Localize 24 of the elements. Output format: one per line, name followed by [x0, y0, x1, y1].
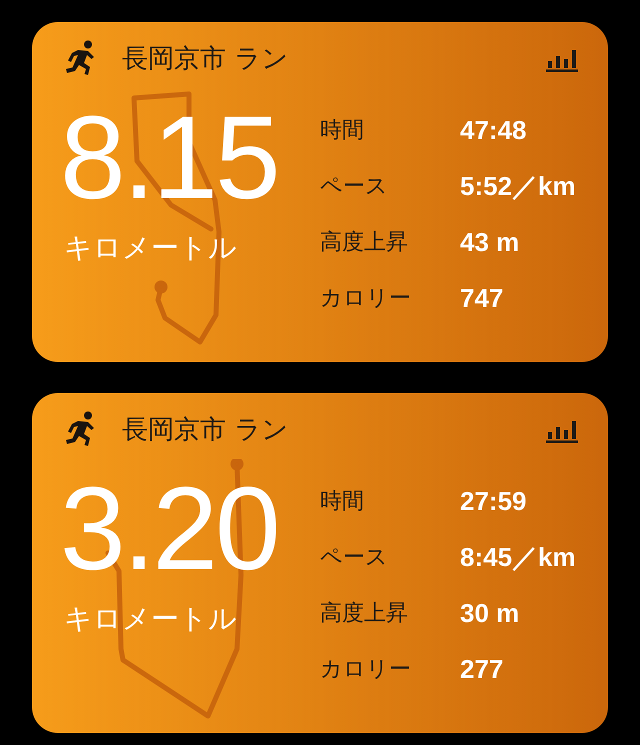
distance-unit: キロメートル — [64, 230, 238, 266]
stat-label: 高度上昇 — [320, 229, 409, 257]
stat-value: 277 — [460, 654, 504, 684]
workout-card[interactable]: 長岡京市 ラン 8.15 キロメートル 時間 47:48 ペース 5:52／km 高度上昇 43 m カロリー 747 — [32, 22, 608, 362]
distance-value: 8.15 — [60, 102, 279, 214]
stat-value: 47:48 — [460, 114, 528, 146]
stat-label: カロリー — [320, 656, 412, 684]
stat-label: カロリー — [320, 285, 412, 313]
distance-unit: キロメートル — [64, 601, 238, 637]
stat-label: 時間 — [320, 117, 365, 145]
workout-card[interactable]: 長岡京市 ラン 3.20 キロメートル 時間 27:59 ペース 8:45／km 高度上昇 30 m カロリー 277 — [32, 393, 608, 733]
stat-value: 8:45／km — [460, 540, 576, 574]
stat-value: 30 m — [460, 598, 520, 628]
stat-value: 747 — [460, 282, 504, 314]
distance-value: 3.20 — [60, 473, 279, 585]
workout-title: 長岡京市 ラン — [122, 42, 290, 76]
stat-value: 43 m — [460, 226, 520, 258]
stat-label: ペース — [320, 544, 389, 572]
stat-label: ペース — [320, 173, 389, 201]
stat-value: 27:59 — [460, 486, 528, 516]
stat-value: 5:52／km — [460, 170, 576, 202]
stat-label: 時間 — [320, 488, 365, 516]
workout-title: 長岡京市 ラン — [122, 414, 290, 446]
stat-label: 高度上昇 — [320, 600, 409, 628]
